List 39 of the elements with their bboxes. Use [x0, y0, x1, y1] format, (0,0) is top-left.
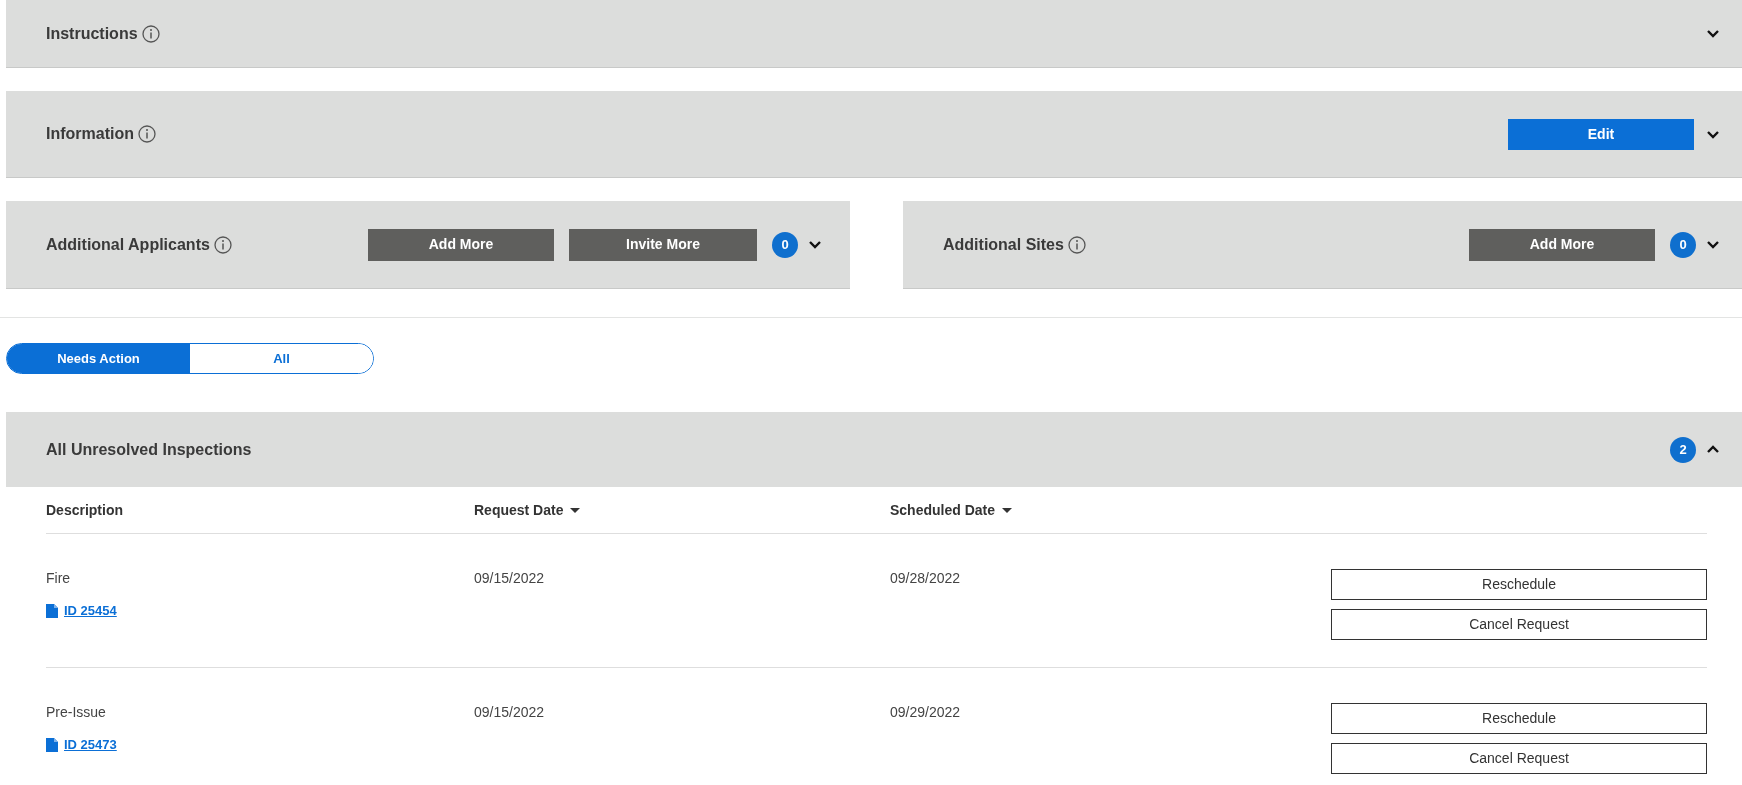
description-text: Fire [46, 569, 72, 588]
column-header: Description [46, 500, 123, 520]
add-button[interactable]: Add More [368, 228, 554, 261]
count-badge: 0 [772, 231, 798, 258]
action-button[interactable]: Reschedule [1331, 569, 1707, 600]
add-button[interactable]: Add More [1469, 228, 1655, 261]
section-title: Information [46, 124, 134, 144]
column-header[interactable]: Scheduled Date [890, 499, 996, 521]
add-button[interactable]: Invite More [569, 228, 757, 261]
section-title: Additional Sites [943, 234, 1064, 255]
inspection-id-link[interactable]: ID 25454 [64, 601, 117, 621]
document-icon [46, 737, 58, 752]
action-button[interactable]: Cancel Request [1331, 609, 1707, 640]
info-icon[interactable] [138, 125, 156, 143]
action-button[interactable]: Cancel Request [1331, 743, 1707, 774]
expand-chevron-icon[interactable] [808, 238, 822, 251]
inspection-id-link[interactable]: ID 25473 [64, 735, 117, 755]
expand-chevron-icon[interactable] [1706, 27, 1720, 40]
edit-button[interactable]: Edit [1508, 118, 1694, 150]
request-date-text: 09/15/2022 [474, 569, 546, 588]
expand-chevron-icon[interactable] [1706, 238, 1720, 251]
scheduled-date-text: 09/29/2022 [890, 703, 962, 722]
count-badge: 0 [1670, 231, 1696, 258]
sort-caret-icon[interactable] [570, 507, 581, 513]
filter-tab[interactable]: Needs Action [7, 344, 190, 373]
section-title: All Unresolved Inspections [46, 439, 252, 460]
section-title: Additional Applicants [46, 234, 210, 255]
request-date-text: 09/15/2022 [474, 703, 546, 722]
section-title: Instructions [46, 23, 138, 44]
scheduled-date-text: 09/28/2022 [890, 569, 962, 588]
sort-caret-icon[interactable] [1002, 507, 1013, 513]
info-icon[interactable] [213, 235, 232, 254]
count-badge: 2 [1670, 436, 1696, 463]
action-button[interactable]: Reschedule [1331, 703, 1707, 734]
document-icon [46, 603, 58, 618]
info-icon[interactable] [1067, 235, 1086, 254]
description-text: Pre-Issue [46, 703, 107, 722]
info-icon[interactable] [141, 24, 160, 43]
column-header[interactable]: Request Date [474, 499, 564, 521]
